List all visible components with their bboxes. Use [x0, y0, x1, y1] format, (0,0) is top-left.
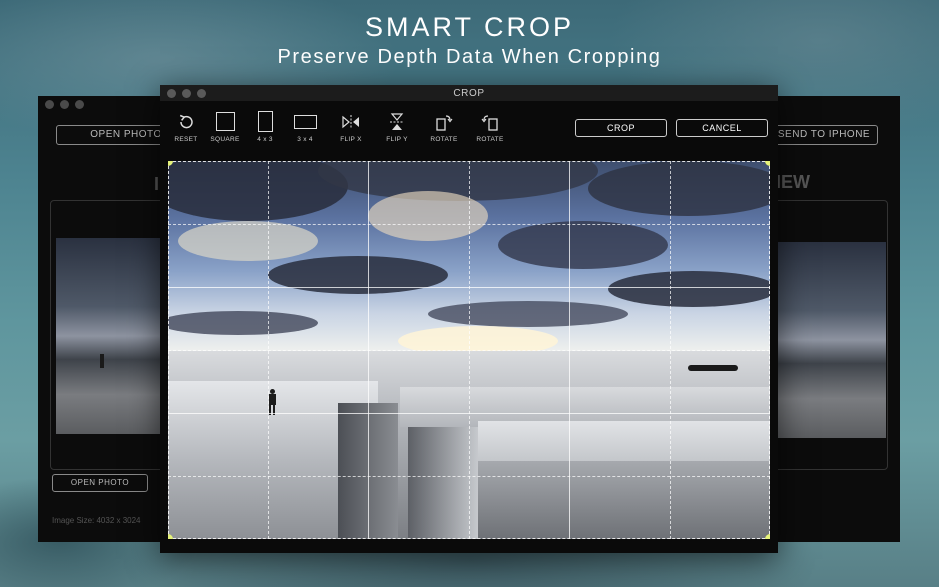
background-window-left: OPEN PHOTO I OPEN PHOTO Image Size: 4032… — [38, 96, 196, 542]
background-window-right: SEND TO IPHONE IEW — [770, 96, 900, 542]
ratio-3x4-label: 3 x 4 — [297, 136, 313, 143]
flip-y-label: FLIP Y — [386, 136, 408, 143]
ratio-4x3-label: 4 x 3 — [257, 136, 273, 143]
right-window-title: IEW — [776, 172, 810, 192]
square-tool-button[interactable]: SQUARE — [208, 107, 242, 143]
square-label: SQUARE — [210, 136, 240, 143]
square-icon — [215, 112, 235, 131]
flip-x-label: FLIP X — [340, 136, 362, 143]
ratio-3x4-tool-button[interactable]: 3 x 4 — [288, 107, 322, 143]
rotate-left-tool-button[interactable]: ROTATE — [473, 107, 507, 143]
flip-x-tool-button[interactable]: FLIP X — [334, 107, 368, 143]
rotate-right-label: ROTATE — [430, 136, 458, 143]
left-photo-thumbnail — [56, 238, 168, 434]
crop-window-titlebar: CROP — [160, 85, 778, 101]
crop-window: CROP RESET SQUARE 4 x 3 3 x 4 FLIP X FLI… — [160, 85, 778, 553]
right-photo-thumbnail — [776, 242, 886, 438]
crop-canvas[interactable] — [168, 161, 770, 539]
rotate-right-icon — [436, 114, 453, 131]
reset-tool-button[interactable]: RESET — [169, 107, 203, 143]
portrait-icon — [257, 111, 273, 132]
crop-window-title: CROP — [453, 88, 485, 99]
left-window-title: I — [154, 174, 160, 194]
landscape-icon — [293, 114, 317, 129]
window-controls — [45, 100, 84, 109]
zoom-light[interactable] — [75, 100, 84, 109]
ratio-4x3-tool-button[interactable]: 4 x 3 — [248, 107, 282, 143]
reset-icon — [179, 114, 193, 128]
send-to-iphone-button[interactable]: SEND TO IPHONE — [770, 125, 878, 145]
crop-handle-bottom-right[interactable] — [765, 534, 770, 539]
minimize-light[interactable] — [60, 100, 69, 109]
flip-y-tool-button[interactable]: FLIP Y — [380, 107, 414, 143]
crop-button[interactable]: CROP — [575, 119, 667, 137]
rotate-left-icon — [481, 114, 498, 131]
flip-x-icon — [342, 114, 359, 129]
open-photo-button-bottom[interactable]: OPEN PHOTO — [52, 474, 148, 492]
flip-y-icon — [390, 112, 404, 130]
hero-title: SMART CROP — [364, 12, 575, 42]
image-size-info: Image Size: 4032 x 3024 — [52, 516, 141, 525]
person-figure — [100, 354, 104, 368]
rotate-right-tool-button[interactable]: ROTATE — [427, 107, 461, 143]
hero-subtitle: Preserve Depth Data When Cropping — [277, 46, 662, 68]
close-light[interactable] — [45, 100, 54, 109]
rotate-left-label: ROTATE — [476, 136, 504, 143]
cancel-button[interactable]: CANCEL — [676, 119, 768, 137]
reset-label: RESET — [174, 136, 198, 143]
crop-frame[interactable] — [168, 161, 770, 539]
